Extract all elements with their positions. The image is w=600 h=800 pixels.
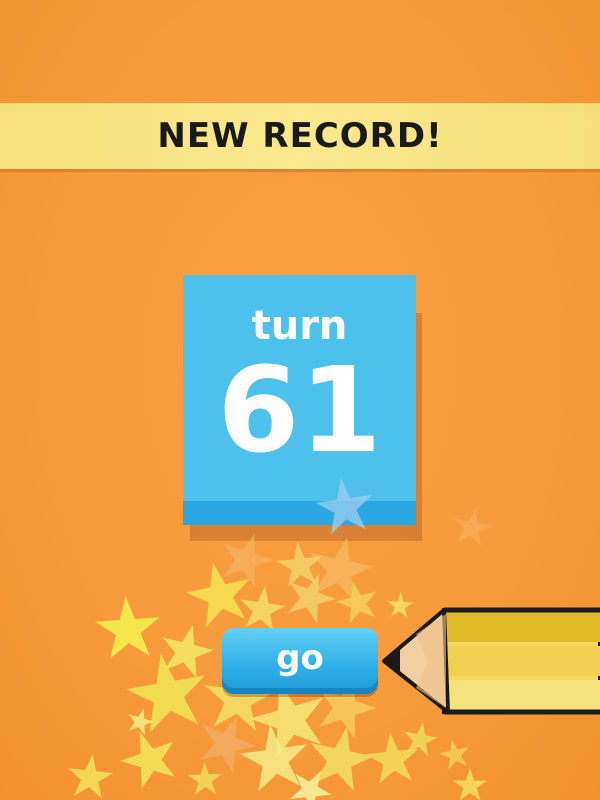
banner-title: NEW RECORD! [157,116,443,156]
turn-card: turn 61 [183,275,416,525]
pencil-icon [382,607,600,715]
go-button-label: go [276,638,324,678]
go-button[interactable]: go [222,628,378,694]
turn-number: 61 [217,341,382,479]
new-record-banner: NEW RECORD! [0,103,600,169]
turn-card-base [183,501,416,525]
